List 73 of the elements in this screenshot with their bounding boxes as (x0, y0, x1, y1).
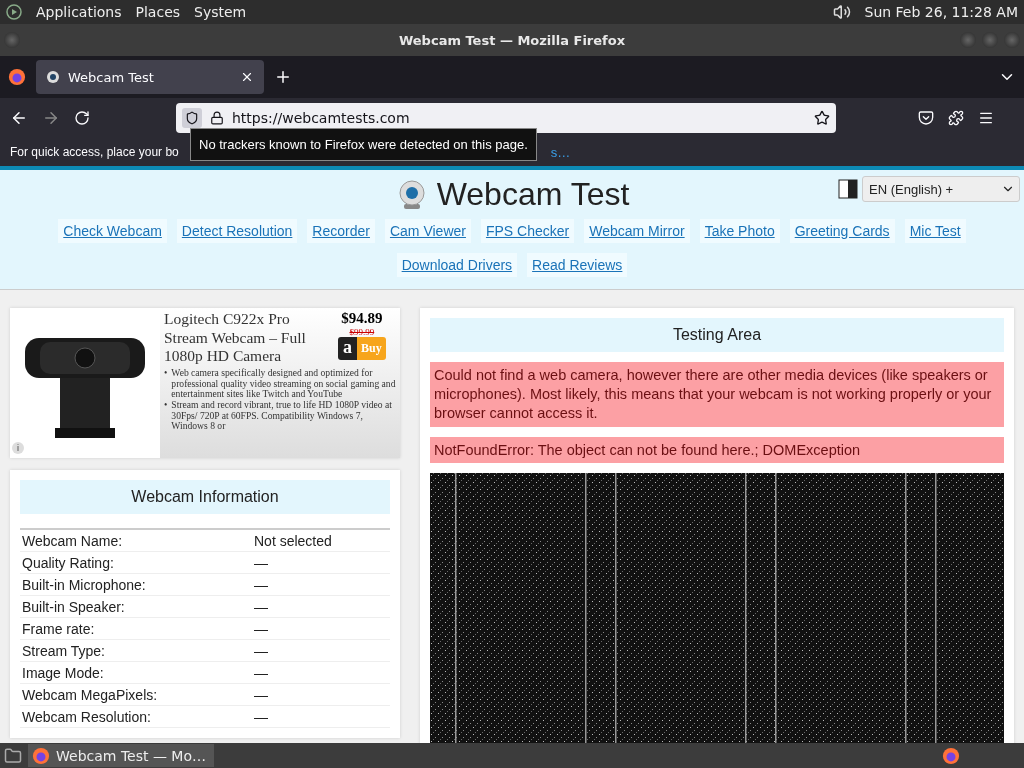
table-cell-text: Webcam Name: (22, 532, 124, 549)
firefox-icon (32, 746, 50, 765)
bookmark-star-icon[interactable] (814, 110, 830, 126)
language-select[interactable]: EN (English) + (862, 176, 1020, 202)
table-cell: — (254, 642, 268, 659)
taskbar-button[interactable]: Webcam Test — Mo… (28, 744, 214, 767)
table-cell-text: Frame rate: (22, 620, 96, 637)
buy-button[interactable]: a Buy (338, 337, 386, 360)
price: $94.89 (341, 310, 383, 327)
table-cell-text: Built-in Speaker: (22, 598, 126, 615)
table-cell: Not selected (254, 532, 332, 549)
table-cell-text: Built-in Microphone: (22, 576, 147, 593)
lock-icon (210, 111, 224, 125)
bookmarks-link[interactable]: s… (550, 144, 571, 160)
forward-icon[interactable] (42, 109, 60, 127)
table-cell: — (254, 620, 268, 637)
error-message: NotFoundError: The object can not be found here.; DOMException (430, 436, 1004, 464)
table-cell: — (254, 554, 268, 571)
translate-icon (838, 179, 858, 199)
bookmarks-hint: For quick access, place your bo (10, 145, 179, 159)
old-price: $99.99 (349, 327, 375, 337)
back-icon[interactable] (10, 109, 28, 127)
reload-icon[interactable] (74, 110, 90, 126)
nav-link[interactable]: Download Drivers (396, 253, 518, 277)
site-title: Webcam Test (394, 176, 630, 213)
product-feature: Stream and record vibrant, true to life HD 1080P video at 30Fps/ 720P at 60FPS. Compatibility Windows 7, Windows 8 or (171, 400, 393, 433)
tooltip: No trackers known to Firefox were detected on this page. (190, 128, 537, 161)
close-icon[interactable] (240, 70, 254, 84)
nav-link[interactable]: Detect Resolution (176, 219, 298, 243)
section-title: Webcam Information (20, 480, 390, 514)
window-title: Webcam Test — Mozilla Firefox (398, 32, 626, 48)
nav-link[interactable]: Take Photo (699, 219, 780, 243)
table-cell-text: Webcam MegaPixels: (22, 686, 159, 703)
firefox-icon[interactable] (942, 746, 960, 765)
pocket-icon[interactable] (918, 110, 934, 126)
table-cell: — (254, 708, 268, 725)
shield-icon[interactable] (182, 108, 202, 128)
table-cell: — (254, 576, 268, 593)
nav-link[interactable]: Check Webcam (58, 219, 167, 243)
browser-tab[interactable]: Webcam Test (36, 60, 264, 94)
bullet-mark: • (164, 400, 168, 412)
extensions-icon[interactable] (948, 110, 964, 126)
section-title: Testing Area (430, 318, 1004, 352)
product-title[interactable]: Logitech C922x Pro Stream Webcam – Full 1080p HD Camera (164, 310, 334, 366)
table-cell-text: Webcam Resolution: (22, 708, 152, 725)
bullet-mark: • (164, 367, 168, 380)
nav-link[interactable]: Mic Test (904, 219, 966, 243)
nav-link[interactable]: Read Reviews (527, 253, 628, 277)
webcam-icon (46, 70, 60, 84)
menu-icon[interactable] (978, 110, 994, 126)
table-cell: — (254, 686, 268, 703)
table-cell: — (254, 598, 268, 615)
firefox-icon[interactable] (8, 68, 26, 86)
nav-link[interactable]: Greeting Cards (789, 219, 895, 243)
nav-link[interactable]: FPS Checker (480, 219, 575, 243)
table-cell-text: Quality Rating: (22, 554, 115, 571)
panel-menu[interactable]: System (194, 4, 247, 20)
new-tab-icon[interactable] (274, 68, 292, 86)
speaker-icon[interactable] (832, 3, 851, 21)
table-cell-text: Image Mode: (22, 664, 105, 681)
clock: Sun Feb 26, 11:28 AM (864, 4, 1018, 20)
nav-link[interactable]: Webcam Mirror (584, 219, 690, 243)
address-bar[interactable]: https://webcamtests.com (176, 103, 836, 133)
product-feature: Web camera specifically designed and optimized for professional quality video streaming on social gaming and entertainment sites like Twitch and YouTube (171, 367, 396, 400)
nav-link[interactable]: Recorder (307, 219, 375, 243)
table-cell-text: Stream Type: (22, 642, 106, 659)
panel-menu[interactable]: Places (135, 4, 181, 20)
panel-menu[interactable]: Applications (36, 4, 122, 20)
info-badge[interactable]: i (12, 442, 24, 454)
nav-link[interactable]: Cam Viewer (384, 219, 471, 243)
table-cell: — (254, 664, 268, 681)
error-message: Could not find a web camera, however there are other media devices (like speakers or microphones). Most likely, this means that your webcam is not working properly or your browser cannot access it. (430, 362, 1004, 427)
folder-icon[interactable] (4, 746, 22, 765)
